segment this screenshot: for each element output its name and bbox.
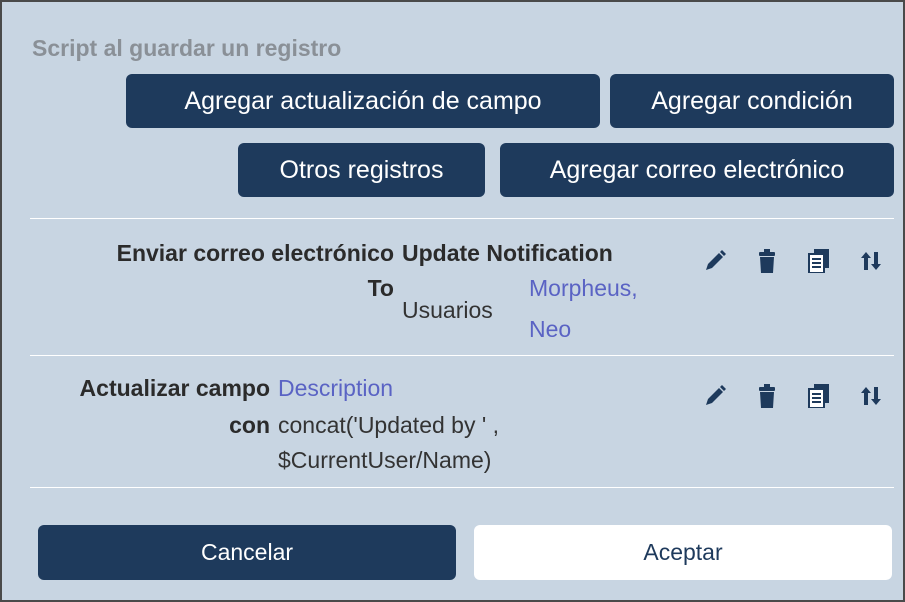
save-script-dialog: Script al guardar un registro Agregar ac… <box>0 0 905 602</box>
divider <box>30 355 894 356</box>
dialog-heading: Script al guardar un registro <box>32 35 342 61</box>
expression-line1: concat('Updated by ' , <box>278 412 500 438</box>
expression-line2: $CurrentUser/Name) <box>278 447 492 473</box>
cancel-button[interactable]: Cancelar <box>38 525 456 580</box>
action-sub-label: To <box>367 275 394 301</box>
recipient-users-line2[interactable]: Neo <box>529 316 571 343</box>
edit-icon[interactable] <box>702 247 728 275</box>
reorder-icon[interactable] <box>858 247 884 275</box>
action-icons <box>702 382 884 410</box>
divider <box>30 487 894 488</box>
divider <box>30 218 894 219</box>
other-records-button[interactable]: Otros registros <box>238 143 485 197</box>
add-email-button[interactable]: Agregar correo electrónico <box>500 143 894 197</box>
edit-icon[interactable] <box>702 382 728 410</box>
copy-icon[interactable] <box>806 382 832 410</box>
action-sub-label: con <box>229 412 270 438</box>
delete-icon[interactable] <box>754 247 780 275</box>
recipient-type: Usuarios <box>402 297 493 323</box>
copy-icon[interactable] <box>806 247 832 275</box>
recipient-users-line1[interactable]: Morpheus, <box>529 275 638 302</box>
delete-icon[interactable] <box>754 382 780 410</box>
add-condition-button[interactable]: Agregar condición <box>610 74 894 128</box>
action-icons <box>702 247 884 275</box>
ok-button[interactable]: Aceptar <box>474 525 892 580</box>
action-type-label: Actualizar campo <box>79 375 270 401</box>
add-field-update-button[interactable]: Agregar actualización de campo <box>126 74 600 128</box>
reorder-icon[interactable] <box>858 382 884 410</box>
action-target-field[interactable]: Description <box>278 375 393 402</box>
action-target: Update Notification <box>402 240 613 266</box>
action-type-label: Enviar correo electrónico <box>116 240 394 266</box>
